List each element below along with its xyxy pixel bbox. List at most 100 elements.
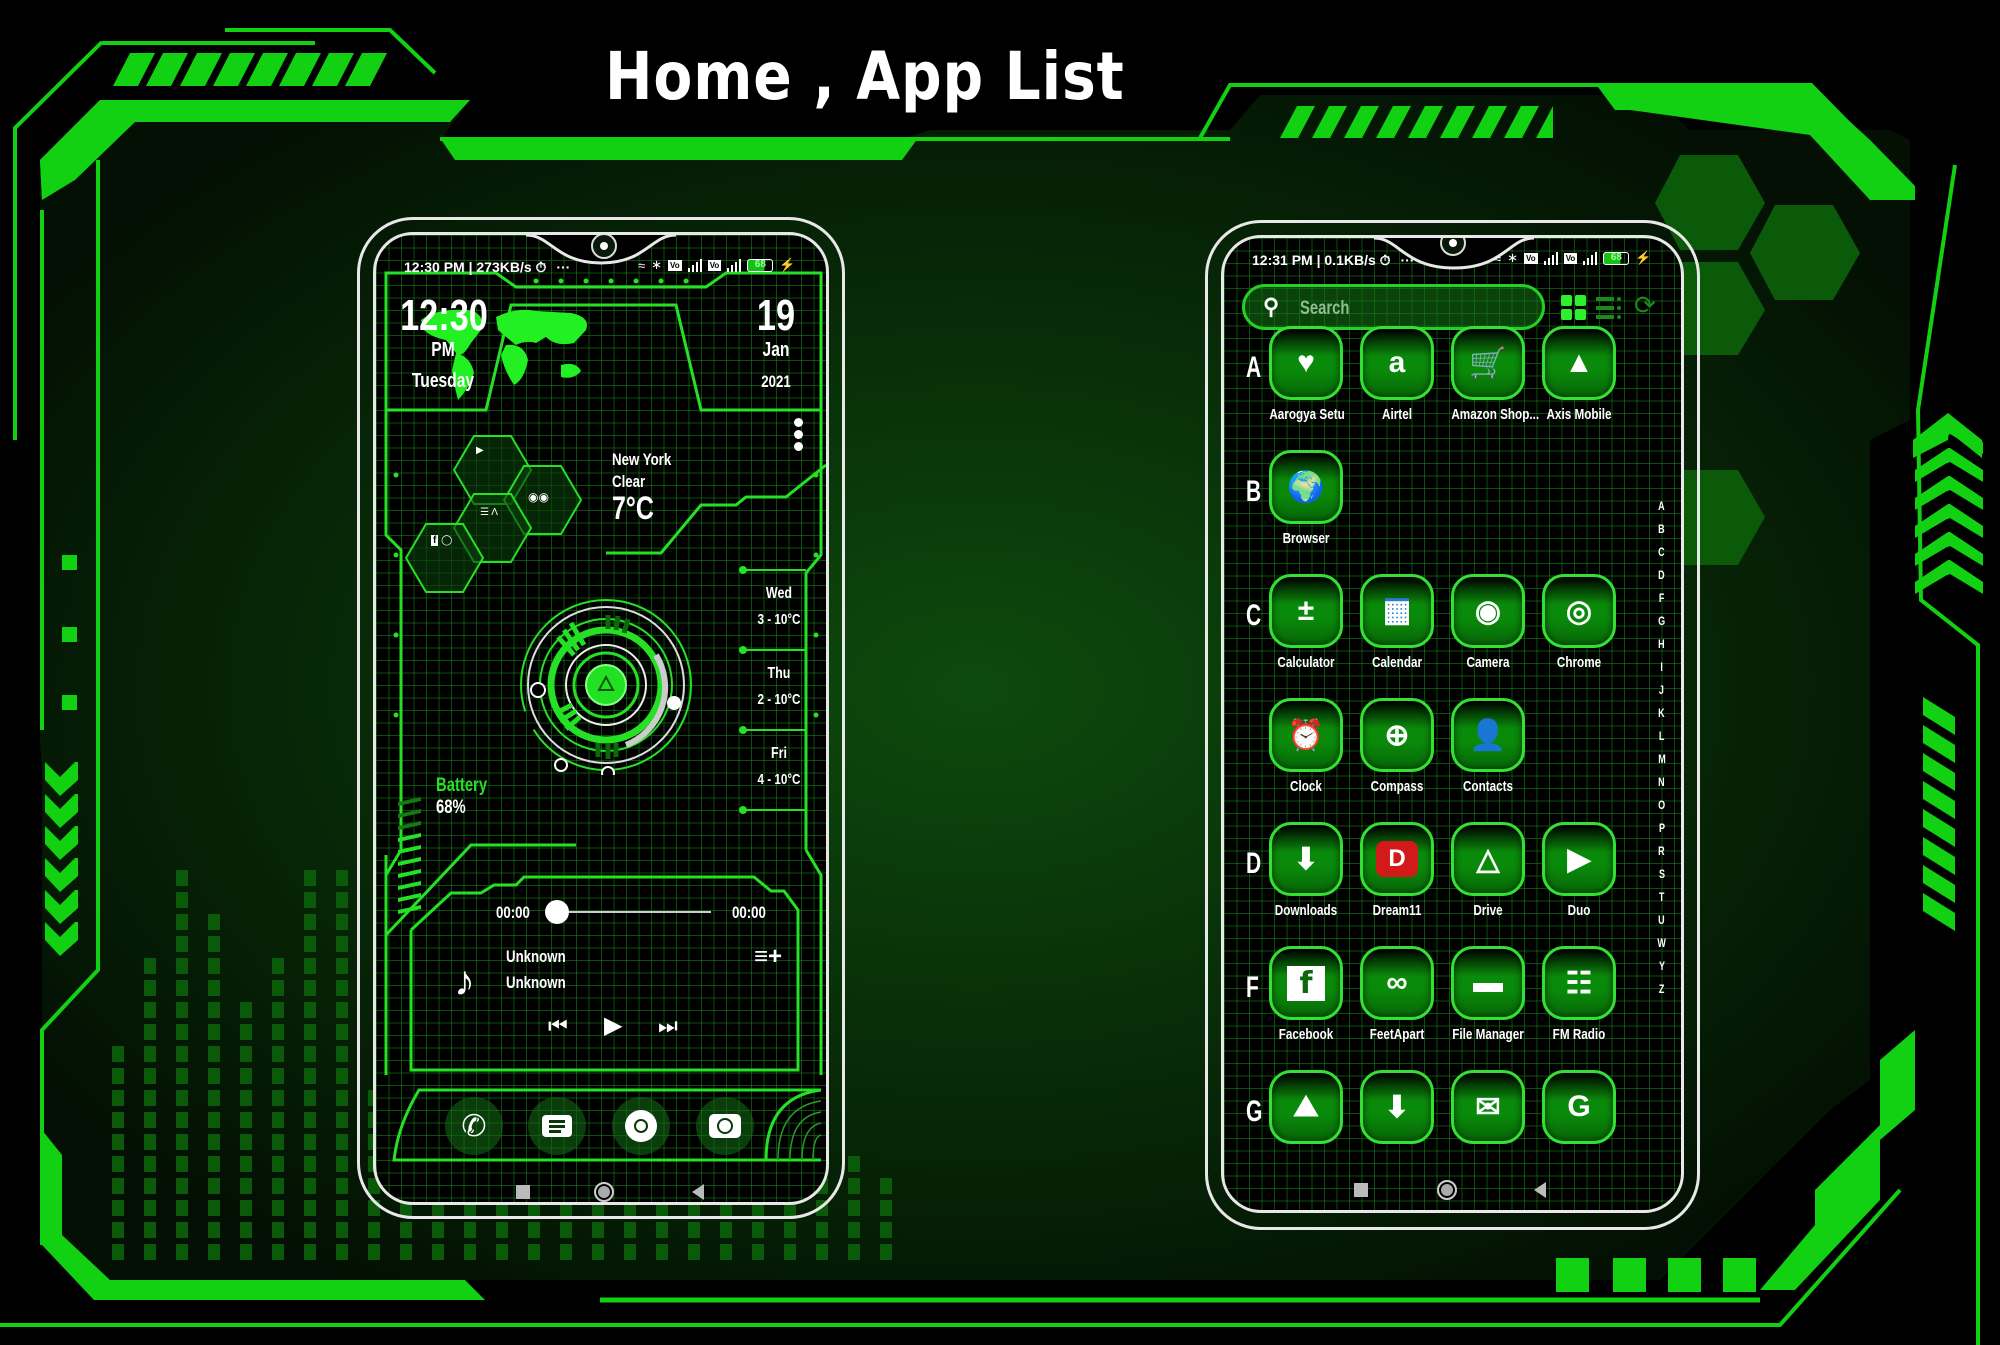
app-downloads[interactable]: ⬇ Downloads [1259,822,1353,919]
alphabet-index-letter[interactable]: D [1658,567,1665,583]
grid-view-button[interactable] [1561,295,1587,321]
app-mail[interactable]: ✉ [1441,1070,1535,1144]
refresh-icon[interactable]: ⟳ [1634,290,1656,321]
app-icon[interactable]: ∞ [1360,946,1434,1020]
alphabet-index-letter[interactable]: I [1660,659,1663,675]
nav-back-button[interactable] [692,1184,704,1200]
app-icon[interactable]: 👤 [1451,698,1525,772]
app-icon[interactable]: ▦ [1360,574,1434,648]
dock-camera-button[interactable] [696,1097,754,1155]
app-chrome[interactable]: ◎ Chrome [1532,574,1626,671]
app-icon[interactable]: ⬇ [1269,822,1343,896]
alphabet-index-letter[interactable]: B [1658,521,1665,537]
app-calculator[interactable]: ± Calculator [1259,574,1353,671]
alphabet-index-letter[interactable]: G [1658,613,1665,629]
app-icon[interactable]: a [1360,326,1434,400]
playlist-add-icon[interactable]: ≡+ [754,943,782,971]
weather-widget[interactable]: New York Clear 7°C [612,450,688,527]
app-duo[interactable]: ▶ Duo [1532,822,1626,919]
alphabet-index[interactable]: ABCDFGHIJKLMNOPRSTUWYZ [1656,498,1667,997]
nav-recents-button[interactable] [1354,1183,1368,1197]
app-fm-radio[interactable]: ☷ FM Radio [1532,946,1626,1043]
alphabet-index-letter[interactable]: C [1658,544,1665,560]
app-icon[interactable]: 🌍 [1269,450,1343,524]
alphabet-index-letter[interactable]: K [1658,705,1665,721]
alphabet-index-letter[interactable]: H [1658,636,1665,652]
alphabet-index-letter[interactable]: F [1659,590,1665,606]
alphabet-index-letter[interactable]: P [1659,820,1665,836]
alphabet-index-letter[interactable]: Y [1659,958,1665,974]
app-clock[interactable]: ⏰ Clock [1259,698,1353,795]
app-icon[interactable]: ◎ [1542,574,1616,648]
app-icon[interactable]: f [1269,946,1343,1020]
app-calendar[interactable]: ▦ Calendar [1350,574,1444,671]
app-icon[interactable]: ± [1269,574,1343,648]
app-icon[interactable]: G [1542,1070,1616,1144]
app-feetapart[interactable]: ∞ FeetApart [1350,946,1444,1043]
app-icon[interactable]: ◉ [1451,574,1525,648]
hex-shortcut-headphones[interactable]: ◉◉ [528,490,549,504]
app-icon[interactable]: ⏰ [1269,698,1343,772]
alphabet-index-letter[interactable]: Z [1659,981,1665,997]
alphabet-index-letter[interactable]: N [1658,774,1665,790]
hex-shortcut-apps[interactable]: ☰ Λ [480,507,498,518]
nav-back-button[interactable] [1534,1182,1546,1198]
forecast-item[interactable]: Thu 2 - 10°C [748,665,810,708]
dock-messages-button[interactable] [528,1097,586,1155]
app-gallery[interactable]: ⛰ [1259,1070,1353,1144]
app-icon[interactable]: ♥ [1269,326,1343,400]
app-browser[interactable]: 🌍 Browser [1259,450,1353,547]
app-icon[interactable]: ✉ [1451,1070,1525,1144]
alphabet-index-letter[interactable]: W [1657,935,1665,951]
app-google[interactable]: G [1532,1070,1626,1144]
alphabet-index-letter[interactable]: S [1659,866,1665,882]
next-track-button[interactable]: ⏭ [658,1013,678,1039]
app-airtel[interactable]: a Airtel [1350,326,1444,423]
app-facebook[interactable]: f Facebook [1259,946,1353,1043]
alphabet-index-letter[interactable]: O [1658,797,1665,813]
app-drive[interactable]: △ Drive [1441,822,1535,919]
app-camera[interactable]: ◉ Camera [1441,574,1535,671]
nav-recents-button[interactable] [516,1185,530,1199]
app-icon[interactable]: 🛒 [1451,326,1525,400]
app-icon[interactable]: ▬ [1451,946,1525,1020]
play-button[interactable]: ▶ [604,1011,622,1040]
nav-home-button[interactable] [594,1182,614,1202]
alphabet-index-letter[interactable]: U [1658,912,1665,928]
app-icon[interactable]: ▶ [1542,822,1616,896]
forecast-item[interactable]: Fri 4 - 10°C [748,745,810,788]
clock-widget[interactable]: 12:30 PM Tuesday [388,291,498,393]
more-options-icon[interactable] [794,418,804,451]
app-icon[interactable]: ☷ [1542,946,1616,1020]
app-icon[interactable]: ⬇ [1360,1070,1434,1144]
dock-phone-button[interactable]: ✆ [445,1097,503,1155]
music-seekbar[interactable] [545,900,711,924]
battery-widget[interactable]: Battery 68% [436,775,501,819]
list-view-button[interactable] [1596,296,1622,320]
app-download-manager[interactable]: ⬇ [1350,1070,1444,1144]
alphabet-index-letter[interactable]: T [1659,889,1665,905]
alphabet-index-letter[interactable]: L [1659,728,1665,744]
hud-circle-icon[interactable] [516,595,696,775]
app-icon[interactable]: D [1360,822,1434,896]
app-icon[interactable]: △ [1451,822,1525,896]
app-contacts[interactable]: 👤 Contacts [1441,698,1535,795]
app-amazon-shop[interactable]: 🛒 Amazon Shop... [1441,326,1539,423]
search-input[interactable]: ⚲ Search [1242,284,1545,330]
dock-chrome-button[interactable] [612,1097,670,1155]
app-icon[interactable]: ▲ [1542,326,1616,400]
app-axis-mobile[interactable]: ▲ Axis Mobile [1532,326,1626,423]
music-seek-thumb[interactable] [545,900,569,924]
alphabet-index-letter[interactable]: A [1658,498,1665,514]
app-file-manager[interactable]: ▬ File Manager [1441,946,1535,1043]
app-compass[interactable]: ⊕ Compass [1350,698,1444,795]
nav-home-button[interactable] [1437,1180,1457,1200]
app-dream11[interactable]: D Dream11 [1350,822,1444,919]
app-icon[interactable]: ⛰ [1269,1070,1343,1144]
app-aarogya-setu[interactable]: ♥ Aarogya Setu [1259,326,1353,423]
hex-shortcut-social[interactable]: f ◯ [431,535,452,546]
app-icon[interactable]: ⊕ [1360,698,1434,772]
previous-track-button[interactable]: ⏮ [548,1013,568,1039]
alphabet-index-letter[interactable]: R [1658,843,1665,859]
forecast-item[interactable]: Wed 3 - 10°C [748,585,810,628]
